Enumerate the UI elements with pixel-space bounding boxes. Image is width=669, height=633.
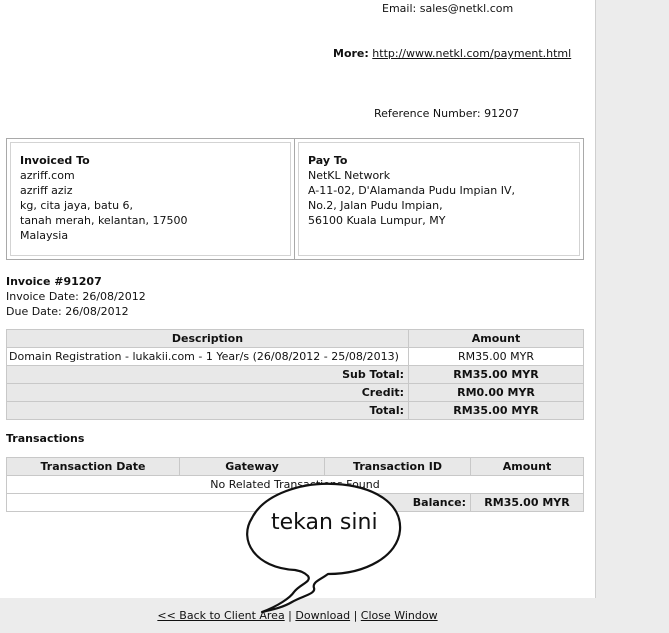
due-date: Due Date: 26/08/2012 xyxy=(6,305,129,318)
pay-to-title: Pay To xyxy=(308,154,348,167)
more-info: More: http://www.netkl.com/payment.html xyxy=(333,47,571,60)
footer-separator: | xyxy=(284,609,296,622)
credit-amount: RM0.00 MYR xyxy=(408,383,584,402)
footer-separator: | xyxy=(350,609,361,622)
speech-bubble xyxy=(246,482,402,614)
gateway-header: Gateway xyxy=(179,457,325,476)
invoiced-to-title: Invoiced To xyxy=(20,154,90,167)
pay-to-line: No.2, Jalan Pudu Impian, xyxy=(308,199,443,212)
pay-to-line: 56100 Kuala Lumpur, MY xyxy=(308,214,446,227)
invoiced-to-line: kg, cita jaya, batu 6, xyxy=(20,199,134,212)
credit-row: Credit: RM0.00 MYR xyxy=(6,383,584,402)
invoiced-to-box: Invoiced To azriff.com azriff aziz kg, c… xyxy=(6,138,295,260)
transaction-date-header: Transaction Date xyxy=(6,457,180,476)
invoiced-to-inner: Invoiced To azriff.com azriff aziz kg, c… xyxy=(10,142,291,256)
invoiced-to-line: azriff.com xyxy=(20,169,75,182)
table-header-row: Transaction Date Gateway Transaction ID … xyxy=(6,457,584,476)
back-to-client-area-link[interactable]: << Back to Client Area xyxy=(157,609,284,622)
close-window-link[interactable]: Close Window xyxy=(361,609,438,622)
invoiced-to-line: tanah merah, kelantan, 17500 xyxy=(20,214,188,227)
item-amount: RM35.00 MYR xyxy=(408,347,584,366)
pay-to-inner: Pay To NetKL Network A-11-02, D'Alamanda… xyxy=(298,142,580,256)
table-header-row: Description Amount xyxy=(6,329,584,348)
company-email: Email: sales@netkl.com xyxy=(382,2,514,15)
total-label: Total: xyxy=(6,401,409,420)
invoiced-to-line: azriff aziz xyxy=(20,184,73,197)
subtotal-row: Sub Total: RM35.00 MYR xyxy=(6,365,584,384)
transaction-id-header: Transaction ID xyxy=(324,457,471,476)
payment-info-link[interactable]: http://www.netkl.com/payment.html xyxy=(372,47,571,60)
total-row: Total: RM35.00 MYR xyxy=(6,401,584,420)
pay-to-line: A-11-02, D'Alamanda Pudu Impian IV, xyxy=(308,184,516,197)
balance-amount: RM35.00 MYR xyxy=(470,493,584,512)
download-link[interactable]: Download xyxy=(295,609,350,622)
subtotal-amount: RM35.00 MYR xyxy=(408,365,584,384)
pay-to-box: Pay To NetKL Network A-11-02, D'Alamanda… xyxy=(294,138,584,260)
more-label: More: xyxy=(333,47,369,60)
footer-links: << Back to Client Area | Download | Clos… xyxy=(0,609,595,622)
subtotal-label: Sub Total: xyxy=(6,365,409,384)
page-edge xyxy=(595,0,596,598)
invoiced-to-line: Malaysia xyxy=(20,229,69,242)
item-description: Domain Registration - lukakii.com - 1 Ye… xyxy=(6,347,409,366)
table-row: Domain Registration - lukakii.com - 1 Ye… xyxy=(6,347,584,366)
reference-number: Reference Number: 91207 xyxy=(374,107,520,120)
annotation-text: tekan sini xyxy=(271,510,378,535)
amount-header: Amount xyxy=(408,329,584,348)
description-header: Description xyxy=(6,329,409,348)
invoice-title: Invoice #91207 xyxy=(6,275,102,288)
invoice-items-table: Description Amount Domain Registration -… xyxy=(6,329,584,420)
transactions-title: Transactions xyxy=(6,432,85,445)
total-amount: RM35.00 MYR xyxy=(408,401,584,420)
invoice-meta: Invoice #91207 Invoice Date: 26/08/2012 … xyxy=(6,274,146,319)
pay-to-line: NetKL Network xyxy=(308,169,391,182)
invoice-date: Invoice Date: 26/08/2012 xyxy=(6,290,146,303)
credit-label: Credit: xyxy=(6,383,409,402)
tx-amount-header: Amount xyxy=(470,457,584,476)
